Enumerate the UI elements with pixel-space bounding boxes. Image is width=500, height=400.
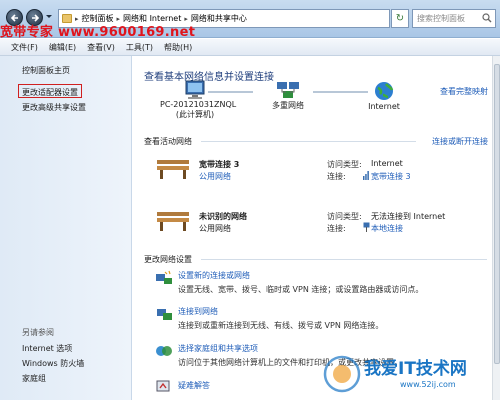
- access-type-label: 访问类型:: [327, 160, 362, 169]
- breadcrumb-network-sharing-center[interactable]: 网络和共享中心: [191, 13, 247, 24]
- map-node-internet-label: Internet: [368, 102, 400, 111]
- task-setup-connection-link[interactable]: 设置新的连接或网络: [178, 270, 250, 281]
- map-node-computer-sub: (此计算机): [175, 110, 215, 119]
- sidebar-item-homegroup[interactable]: 家庭组: [22, 373, 46, 384]
- sidebar-item-control-panel-home[interactable]: 控制面板主页: [22, 65, 70, 76]
- refresh-icon: ↻: [395, 13, 405, 24]
- task-setup-connection-desc: 设置无线、宽带、拨号、临时或 VPN 连接；或设置路由器或访问点。: [178, 285, 424, 294]
- search-input[interactable]: 搜索控制面板: [412, 9, 496, 28]
- connect-disconnect-link[interactable]: 连接或断开连接: [432, 136, 488, 147]
- menu-tools[interactable]: 工具(T): [121, 39, 159, 55]
- connection-link[interactable]: 本地连接: [371, 223, 403, 234]
- map-node-multiple-networks-label: 多重网络: [272, 101, 304, 110]
- park-bench-icon: [157, 212, 189, 231]
- sidebar-item-change-adapter-settings[interactable]: 更改适配器设置: [22, 87, 78, 98]
- watermark-bottom-url: www.52ij.com: [400, 380, 456, 389]
- network-type-link[interactable]: 公用网络: [199, 171, 231, 182]
- map-node-computer-label: PC-20121031ZNQL: [160, 100, 237, 109]
- task-homegroup-link[interactable]: 选择家庭组和共享选项: [178, 343, 258, 354]
- watermark-bottom-title: 我爱IT技术网: [364, 359, 467, 379]
- globe-icon: [375, 82, 394, 100]
- map-node-internet[interactable]: Internet: [359, 80, 409, 111]
- access-type-value: Internet: [371, 159, 403, 168]
- vertical-scrollbar[interactable]: [492, 56, 500, 400]
- menu-help[interactable]: 帮助(H): [159, 39, 198, 55]
- homegroup-icon: [156, 346, 172, 356]
- sidebar-item-internet-options[interactable]: Internet 选项: [22, 343, 72, 354]
- network-name: 未识别的网络: [199, 212, 247, 221]
- see-also-heading: 另请参阅: [22, 328, 54, 337]
- recent-pages-dropdown-icon[interactable]: [46, 14, 52, 20]
- troubleshoot-icon: [156, 380, 170, 392]
- network-type: 公用网络: [199, 224, 231, 233]
- scrollbar-thumb[interactable]: [494, 64, 500, 364]
- connect-network-icon: [157, 309, 172, 320]
- menu-file[interactable]: 文件(F): [6, 39, 44, 55]
- task-connect-network-desc: 连接到或重新连接到无线、有线、拨号或 VPN 网络连接。: [178, 321, 384, 330]
- refresh-button[interactable]: ↻: [391, 9, 409, 28]
- main-content: 查看基本网络信息并设置连接 查看完整映射 PC-20121031ZNQL (此计…: [133, 56, 492, 400]
- network-icon: [277, 82, 299, 98]
- ethernet-icon: [363, 222, 370, 232]
- watermark-logo-icon: [323, 355, 361, 393]
- park-bench-icon: [157, 160, 189, 179]
- watermark-top: 宽带专家 www.9600169.net: [0, 25, 196, 40]
- menu-edit[interactable]: 编辑(E): [44, 39, 82, 55]
- access-type-value: 无法连接到 Internet: [371, 212, 446, 221]
- task-troubleshoot-link[interactable]: 疑难解答: [178, 380, 210, 391]
- sidebar-item-windows-firewall[interactable]: Windows 防火墙: [22, 358, 84, 369]
- watermark-bottom: 我爱IT技术网 www.52ij.com: [318, 352, 498, 398]
- connections-label: 连接:: [327, 224, 346, 233]
- active-networks-heading: 查看活动网络: [144, 137, 192, 146]
- view-full-map-link[interactable]: 查看完整映射: [440, 86, 488, 97]
- connection-link[interactable]: 宽带连接 3: [371, 171, 411, 182]
- search-icon: [482, 13, 492, 23]
- task-connect-network-link[interactable]: 连接到网络: [178, 306, 218, 317]
- computer-icon: [185, 80, 205, 99]
- map-node-multiple-networks[interactable]: 多重网络: [263, 80, 313, 111]
- sidebar-item-change-advanced-sharing[interactable]: 更改高级共享设置: [22, 102, 86, 113]
- sidebar: 控制面板主页 更改适配器设置 更改高级共享设置 另请参阅 Internet 选项…: [0, 56, 132, 400]
- menu-bar: 文件(F) 编辑(E) 查看(V) 工具(T) 帮助(H): [0, 39, 500, 56]
- signal-bars-icon: [363, 171, 369, 180]
- change-settings-heading: 更改网络设置: [144, 255, 192, 264]
- search-placeholder: 搜索控制面板: [417, 14, 465, 23]
- menu-view[interactable]: 查看(V): [82, 39, 121, 55]
- access-type-label: 访问类型:: [327, 212, 362, 221]
- network-name: 宽带连接 3: [199, 160, 240, 169]
- setup-connection-icon: [156, 270, 172, 284]
- map-node-computer[interactable]: PC-20121031ZNQL (此计算机): [160, 80, 237, 120]
- connections-label: 连接:: [327, 172, 346, 181]
